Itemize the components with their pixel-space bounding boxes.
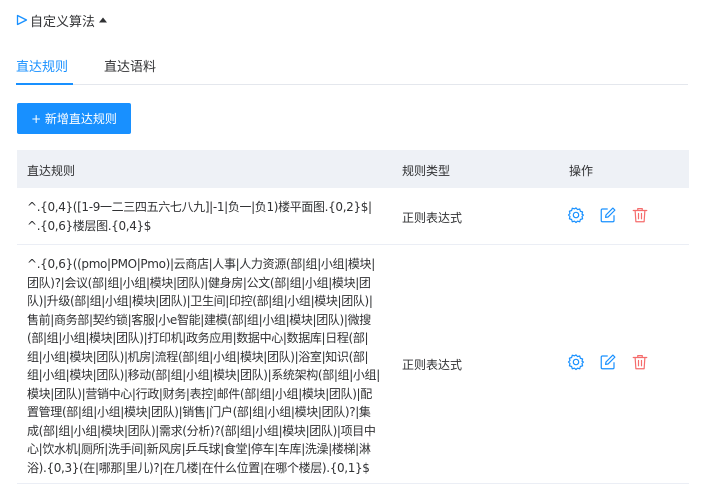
rules-table: 直达规则 规则类型 操作 ^.{0,4}([1-9一二三四五六七八九]|-1|负… (17, 150, 689, 484)
rule-cell: ^.{0,4}([1-9一二三四五六七八九]|-1|负一|负1)楼平面图.{0,… (27, 200, 372, 233)
trash-icon[interactable] (631, 353, 649, 371)
gear-icon[interactable] (567, 353, 585, 371)
edit-icon[interactable] (599, 353, 617, 371)
section-title: 自定义算法 (30, 14, 96, 30)
play-triangle-icon (16, 14, 28, 26)
section-header[interactable]: 自定义算法 (16, 11, 108, 30)
tab-bar: 直达规则 直达语料 (16, 48, 688, 85)
table-row: ^.{0,6}((pmo|PMO|Pmo)|云商店|人事|人力资源(部|组|小组… (17, 245, 689, 484)
table-row: ^.{0,4}([1-9一二三四五六七八九]|-1|负一|负1)楼平面图.{0,… (17, 188, 689, 245)
row-actions (567, 353, 649, 371)
column-header-rule: 直达规则 (27, 164, 76, 178)
tab-direct-corpus[interactable]: 直达语料 (104, 56, 156, 75)
add-rule-button[interactable]: + 新增直达规则 (17, 103, 131, 134)
edit-icon[interactable] (599, 206, 617, 224)
caret-up-icon[interactable] (98, 15, 108, 25)
column-header-actions: 操作 (569, 164, 594, 178)
active-tab-indicator (16, 83, 73, 85)
rule-cell: ^.{0,6}((pmo|PMO|Pmo)|云商店|人事|人力资源(部|组|小组… (27, 257, 380, 475)
rule-type-cell: 正则表达式 (402, 211, 463, 225)
table-header: 直达规则 规则类型 操作 (17, 150, 689, 188)
row-actions (567, 206, 649, 224)
column-header-type: 规则类型 (402, 164, 451, 178)
tab-direct-rules[interactable]: 直达规则 (16, 56, 68, 75)
trash-icon[interactable] (631, 206, 649, 224)
gear-icon[interactable] (567, 206, 585, 224)
rule-type-cell: 正则表达式 (402, 358, 463, 372)
